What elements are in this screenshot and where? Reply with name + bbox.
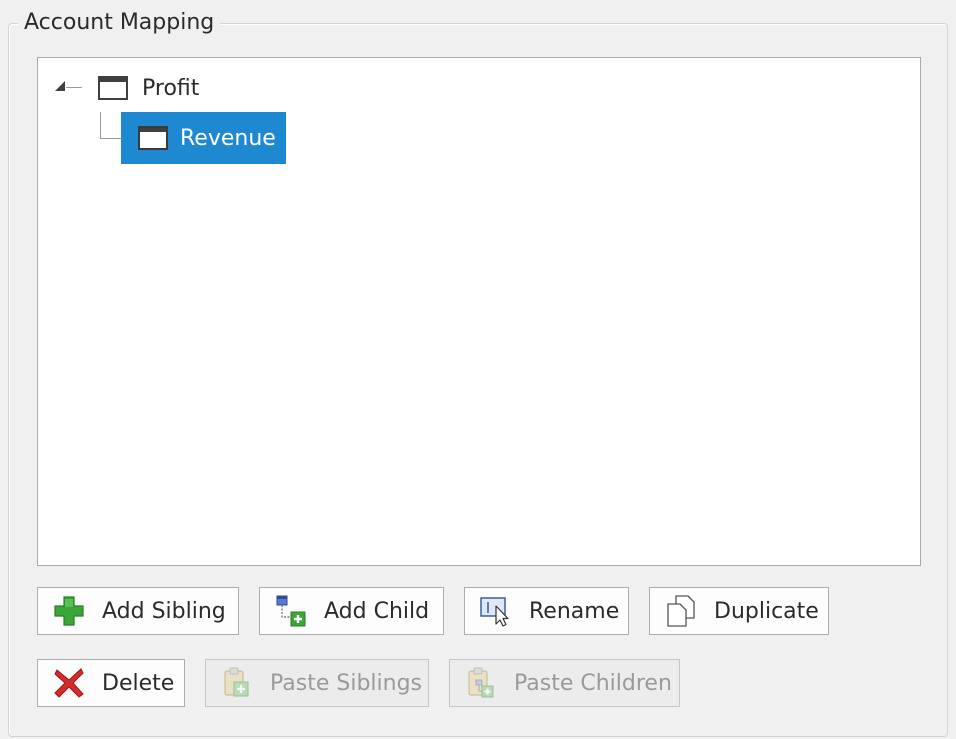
tree-connector: [66, 87, 82, 88]
tree-node-label: Revenue: [180, 125, 276, 151]
duplicate-pages-icon: [664, 594, 698, 628]
add-child-button[interactable]: Add Child: [259, 587, 444, 635]
account-tree[interactable]: Profit Revenue: [37, 57, 921, 566]
tree-connector: [100, 138, 122, 139]
tree-node-revenue[interactable]: Revenue: [121, 112, 286, 164]
window-icon: [98, 76, 128, 100]
tree-node-profit[interactable]: Profit: [98, 62, 199, 114]
add-child-icon: [274, 594, 308, 628]
paste-clipboard-plus-icon: [220, 666, 254, 700]
tree-connector: [100, 112, 101, 138]
delete-label: Delete: [102, 670, 175, 696]
rename-cursor-icon: [479, 594, 513, 628]
add-child-label: Add Child: [324, 598, 430, 624]
group-title: Account Mapping: [18, 8, 221, 38]
expand-collapse-icon[interactable]: [55, 81, 65, 91]
tree-node-label: Profit: [142, 75, 200, 101]
duplicate-label: Duplicate: [714, 598, 819, 624]
add-sibling-label: Add Sibling: [102, 598, 226, 624]
paste-children-label: Paste Children: [514, 670, 672, 696]
red-x-icon: [52, 666, 86, 700]
paste-siblings-button[interactable]: Paste Siblings: [205, 659, 429, 707]
delete-button[interactable]: Delete: [37, 659, 185, 707]
paste-children-button[interactable]: Paste Children: [449, 659, 680, 707]
green-plus-icon: [52, 594, 86, 628]
paste-clipboard-child-icon: [464, 666, 498, 700]
add-sibling-button[interactable]: Add Sibling: [37, 587, 239, 635]
duplicate-button[interactable]: Duplicate: [649, 587, 829, 635]
paste-siblings-label: Paste Siblings: [270, 670, 423, 696]
rename-label: Rename: [529, 598, 620, 624]
window-icon: [138, 126, 168, 150]
rename-button[interactable]: Rename: [464, 587, 629, 635]
